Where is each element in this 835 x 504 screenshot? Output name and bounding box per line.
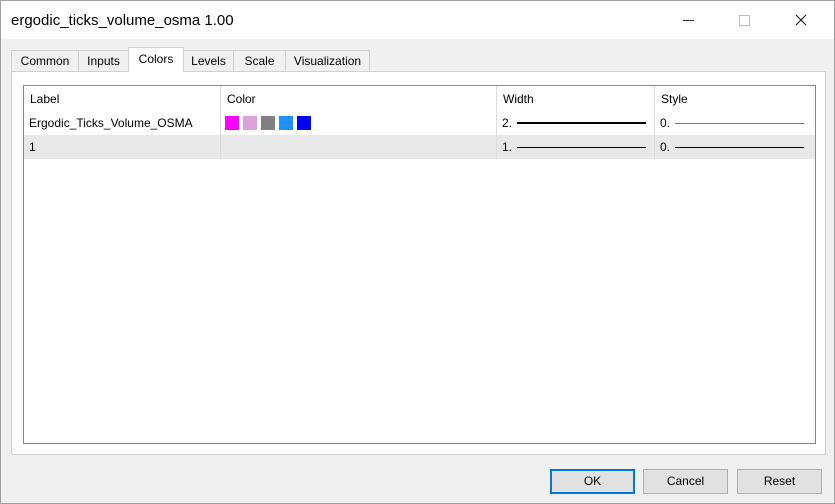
title-bar: ergodic_ticks_volume_osma 1.00: [1, 1, 834, 39]
maximize-icon: [738, 14, 750, 26]
color-swatch[interactable]: [261, 115, 275, 130]
maximize-button: [721, 1, 767, 39]
color-swatch[interactable]: [243, 115, 257, 130]
row-style[interactable]: 0.: [655, 111, 815, 135]
table-row[interactable]: Ergodic_Ticks_Volume_OSMA 2. 0.: [24, 111, 815, 135]
table-header: Label Color Width Style: [24, 86, 815, 112]
column-header-style[interactable]: Style: [655, 86, 815, 112]
ok-button[interactable]: OK: [550, 469, 635, 494]
tab-panel-colors: Label Color Width Style Ergodic_Ticks_Vo…: [11, 71, 826, 455]
width-line-preview: [517, 122, 646, 124]
color-swatch[interactable]: [297, 115, 311, 130]
tab-common[interactable]: Common: [11, 50, 79, 71]
table-row[interactable]: 1 1. 0.: [24, 135, 815, 159]
tab-scale[interactable]: Scale: [233, 50, 286, 71]
style-line-preview: [675, 147, 804, 148]
style-value: 0.: [660, 140, 671, 154]
column-header-color[interactable]: Color: [221, 86, 497, 112]
row-label: Ergodic_Ticks_Volume_OSMA: [24, 111, 221, 135]
tab-levels[interactable]: Levels: [183, 50, 234, 71]
color-swatch[interactable]: [279, 115, 293, 130]
row-colors: [221, 135, 497, 159]
row-style[interactable]: 0.: [655, 135, 815, 159]
style-line-preview: [675, 123, 804, 124]
tab-colors[interactable]: Colors: [128, 47, 184, 72]
column-header-width[interactable]: Width: [497, 86, 655, 112]
tab-visualization[interactable]: Visualization: [285, 50, 370, 71]
row-width[interactable]: 2.: [497, 111, 655, 135]
row-width[interactable]: 1.: [497, 135, 655, 159]
close-button[interactable]: [778, 1, 824, 39]
row-colors: [221, 111, 497, 135]
window-title: ergodic_ticks_volume_osma 1.00: [11, 12, 234, 29]
width-value: 2.: [502, 116, 513, 130]
width-line-preview: [517, 147, 646, 148]
style-value: 0.: [660, 116, 671, 130]
colors-table: Label Color Width Style Ergodic_Ticks_Vo…: [23, 85, 816, 444]
minimize-icon: [682, 19, 694, 21]
cancel-button[interactable]: Cancel: [643, 469, 728, 494]
row-label: 1: [24, 135, 221, 159]
width-value: 1.: [502, 140, 513, 154]
column-header-label[interactable]: Label: [24, 86, 221, 112]
dialog-window: ergodic_ticks_volume_osma 1.00 Common In…: [0, 0, 835, 504]
tab-inputs[interactable]: Inputs: [78, 50, 129, 71]
reset-button[interactable]: Reset: [737, 469, 822, 494]
color-swatch[interactable]: [225, 115, 239, 130]
close-icon: [795, 14, 807, 26]
minimize-button[interactable]: [665, 1, 711, 39]
